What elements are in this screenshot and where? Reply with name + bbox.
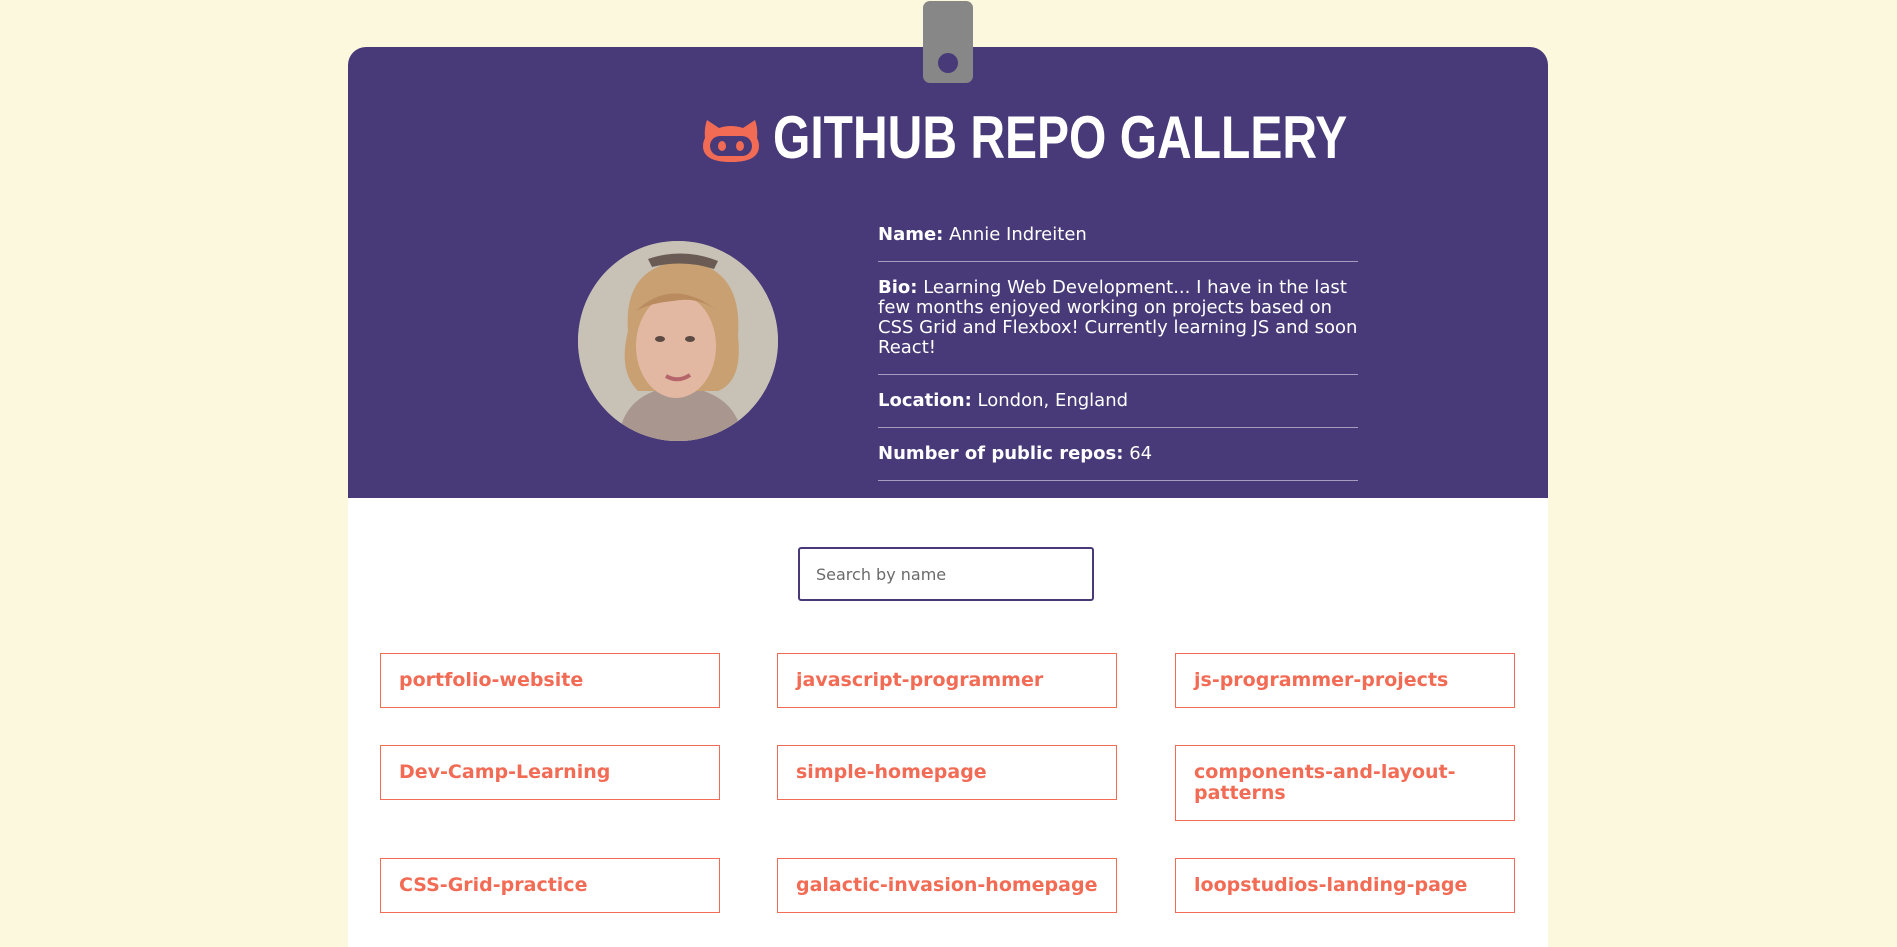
clipboard-clip-icon xyxy=(923,1,973,83)
bio-value: Learning Web Development... I have in th… xyxy=(878,277,1358,358)
profile-bio: Bio: Learning Web Development... I have … xyxy=(878,278,1358,375)
repo-card[interactable]: portfolio-website xyxy=(380,653,720,708)
repo-card[interactable]: loopstudios-landing-page xyxy=(1175,858,1515,913)
bio-label: Bio: xyxy=(878,277,918,298)
location-value: London, England xyxy=(977,390,1129,411)
avatar-photo xyxy=(578,241,778,441)
search-input[interactable] xyxy=(798,547,1094,601)
page-title: GITHUB REPO GALLERY xyxy=(773,103,1348,171)
profile-info: Name: Annie Indreiten Bio: Learning Web … xyxy=(878,225,1358,497)
gallery-card: GITHUB REPO GALLERY Name: Annie Indreite… xyxy=(348,47,1548,947)
name-label: Name: xyxy=(878,224,944,245)
profile-repo-count: Number of public repos: 64 xyxy=(878,444,1358,481)
repo-card[interactable]: simple-homepage xyxy=(777,745,1117,800)
repo-count-label: Number of public repos: xyxy=(878,443,1124,464)
repo-card[interactable]: javascript-programmer xyxy=(777,653,1117,708)
repo-card[interactable]: Dev-Camp-Learning xyxy=(380,745,720,800)
repo-count-value: 64 xyxy=(1129,443,1153,464)
location-label: Location: xyxy=(878,390,972,411)
name-value: Annie Indreiten xyxy=(949,224,1087,245)
repo-card[interactable]: galactic-invasion-homepage xyxy=(777,858,1117,913)
repo-card[interactable]: CSS-Grid-practice xyxy=(380,858,720,913)
title-row: GITHUB REPO GALLERY xyxy=(348,97,1548,177)
repo-card[interactable]: js-programmer-projects xyxy=(1175,653,1515,708)
avatar xyxy=(578,241,778,441)
profile-location: Location: London, England xyxy=(878,391,1358,428)
octocat-icon xyxy=(703,120,759,162)
repo-card[interactable]: components-and-layout-patterns xyxy=(1175,745,1515,821)
clip-hole xyxy=(938,53,958,73)
profile-header: GITHUB REPO GALLERY Name: Annie Indreite… xyxy=(348,47,1548,498)
profile-name: Name: Annie Indreiten xyxy=(878,225,1358,262)
